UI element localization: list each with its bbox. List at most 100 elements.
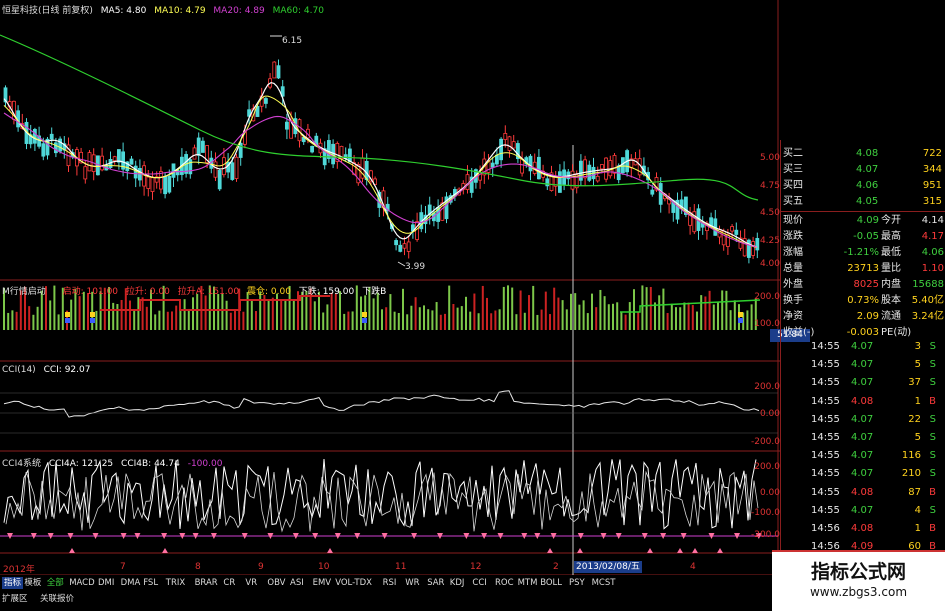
tab-cr[interactable]: CR bbox=[223, 577, 235, 589]
indicator3-item: -100.00 bbox=[187, 459, 223, 469]
low-marker-line bbox=[397, 261, 406, 267]
tick-time: 14:55 bbox=[811, 413, 840, 425]
bid-volume: 344 bbox=[922, 164, 942, 175]
bid-row: 买二 4.08 722 bbox=[781, 147, 945, 161]
date-label: 8 bbox=[195, 562, 201, 572]
candle-body bbox=[217, 170, 222, 190]
tick-price: 4.07 bbox=[851, 450, 874, 462]
watermark: 指标公式网 www.zbgs3.com bbox=[772, 550, 945, 611]
candle-body bbox=[326, 140, 331, 159]
tick-side: S bbox=[929, 450, 936, 462]
tab-mtm[interactable]: MTM bbox=[518, 577, 538, 589]
tick-row[interactable]: 14:55 4.07 37 S bbox=[781, 375, 945, 390]
indicator1-marker bbox=[738, 312, 743, 317]
stats-label: 涨幅 bbox=[783, 247, 803, 258]
stats-label: 现价 bbox=[783, 215, 803, 226]
indicator1-item: 拉升: 0.00 bbox=[125, 287, 170, 297]
date-label: 10 bbox=[318, 562, 330, 572]
stats-value: 8025 bbox=[853, 279, 879, 290]
tab-roc[interactable]: ROC bbox=[495, 577, 514, 589]
tick-row[interactable]: 14:55 4.07 5 S bbox=[781, 430, 945, 445]
indicator3-item: CCI4A: 121.25 bbox=[48, 459, 114, 469]
tab-dmi[interactable]: DMI bbox=[98, 577, 114, 589]
bid-name: 买二 bbox=[783, 148, 803, 159]
cci4-up-signal bbox=[717, 548, 723, 553]
tab-obv[interactable]: OBV bbox=[267, 577, 285, 589]
tick-row[interactable]: 14:55 4.07 4 S bbox=[781, 503, 945, 518]
tick-row[interactable]: 14:55 4.07 3 S bbox=[781, 339, 945, 354]
tab-fsl[interactable]: FSL bbox=[143, 577, 158, 589]
tab-linked-quotes[interactable]: 关联报价 bbox=[40, 593, 74, 605]
indicator3-axis-label: 200.0 bbox=[754, 462, 780, 472]
cci4-up-signal bbox=[162, 548, 168, 553]
stats-label: 量比 bbox=[881, 263, 901, 274]
candle-body bbox=[263, 98, 268, 104]
candle-body bbox=[734, 229, 739, 235]
tab-sar[interactable]: SAR bbox=[427, 577, 444, 589]
bid-row: 买三 4.07 344 bbox=[781, 163, 945, 177]
indicator1-item: 启动: 101.00 bbox=[62, 287, 119, 297]
indicator3-axis-label: -100.0 bbox=[750, 508, 780, 518]
stats-value: 4.09 bbox=[856, 215, 879, 226]
tick-row[interactable]: 14:55 4.08 87 B bbox=[781, 485, 945, 500]
tab-brar[interactable]: BRAR bbox=[195, 577, 218, 589]
quote-panel: 买二 4.08 722 买三 4.07 344 买四 4.06 951 买五 4.05 315 现价 4… bbox=[780, 140, 945, 575]
indicator3-title-bar: CCI4系统 CCI4A: 121.25 CCI4B: 44.74 -100.0… bbox=[2, 456, 227, 469]
tab-dma[interactable]: DMA bbox=[121, 577, 141, 589]
stats-value: 5.40亿 bbox=[911, 295, 944, 306]
tick-time: 14:56 bbox=[811, 523, 840, 534]
tab-mcst[interactable]: MCST bbox=[592, 577, 616, 589]
stats-value: -0.05 bbox=[853, 231, 879, 242]
tab-macd[interactable]: MACD bbox=[69, 577, 94, 589]
tab-vol-tdx[interactable]: VOL-TDX bbox=[335, 577, 372, 589]
date-label: 7 bbox=[120, 562, 126, 572]
tab-asi[interactable]: ASI bbox=[290, 577, 304, 589]
indicator3-axis-label: 0.00 bbox=[759, 488, 780, 498]
indicator3-title: CCI4系统 bbox=[2, 459, 41, 469]
tick-row[interactable]: 14:55 4.07 210 S bbox=[781, 466, 945, 481]
date-label: 11 bbox=[395, 562, 407, 572]
date-label: 4 bbox=[690, 562, 696, 572]
stats-label: 收益(-) bbox=[783, 327, 815, 338]
high-marker: 6.15 bbox=[282, 36, 303, 46]
tab-指标[interactable]: 指标 bbox=[2, 577, 24, 589]
candle-body bbox=[188, 159, 193, 175]
tick-row[interactable]: 14:55 4.07 5 S bbox=[781, 357, 945, 372]
tick-side: S bbox=[929, 341, 936, 352]
candle-body bbox=[234, 156, 239, 179]
tick-volume: 1 bbox=[914, 395, 921, 407]
candle-body bbox=[465, 174, 470, 190]
tab-emv[interactable]: EMV bbox=[313, 577, 332, 589]
chart-area[interactable]: 恒星科技(日线 前复权) MA5: 4.80 MA10: 4.79 MA20: … bbox=[0, 0, 810, 575]
tick-volume: 3 bbox=[914, 341, 921, 352]
tab-kdj[interactable]: KDJ bbox=[450, 577, 465, 589]
tick-time: 14:55 bbox=[811, 395, 840, 407]
tick-row[interactable]: 14:56 4.08 1 B bbox=[781, 521, 945, 536]
tab-模板[interactable]: 模板 bbox=[24, 577, 41, 589]
indicator1-marker bbox=[362, 318, 367, 323]
tab-extension-area[interactable]: 扩展区 bbox=[2, 593, 28, 605]
tick-price: 4.07 bbox=[851, 468, 874, 480]
tab-rsi[interactable]: RSI bbox=[383, 577, 397, 589]
tab-wr[interactable]: WR bbox=[405, 577, 419, 589]
tab-boll[interactable]: BOLL bbox=[540, 577, 562, 589]
tab-vr[interactable]: VR bbox=[245, 577, 257, 589]
stats-row: 净资 2.09 流通 3.24亿 bbox=[781, 310, 945, 324]
tick-row[interactable]: 14:55 4.07 22 S bbox=[781, 412, 945, 427]
tick-row[interactable]: 14:55 4.07 116 S bbox=[781, 448, 945, 463]
tab-psy[interactable]: PSY bbox=[569, 577, 585, 589]
indicator1-title-bar: M行情启动 启动: 101.00 拉升: 0.00 拉升A: 151.00 震仓… bbox=[2, 284, 391, 297]
candle-body bbox=[133, 165, 138, 179]
low-marker: 3.99 bbox=[405, 262, 426, 272]
stats-label: 股本 bbox=[881, 295, 901, 306]
tab-全部[interactable]: 全部 bbox=[47, 577, 64, 589]
tab-cci[interactable]: CCI bbox=[472, 577, 486, 589]
candle-body bbox=[558, 171, 562, 193]
candle-body bbox=[163, 176, 168, 195]
tick-row[interactable]: 14:55 4.08 1 B bbox=[781, 394, 945, 409]
candle-body bbox=[272, 61, 277, 79]
candle-body bbox=[83, 166, 88, 180]
tab-trix[interactable]: TRIX bbox=[166, 577, 185, 589]
candle-body bbox=[129, 158, 134, 165]
bid-price: 4.05 bbox=[856, 196, 879, 207]
